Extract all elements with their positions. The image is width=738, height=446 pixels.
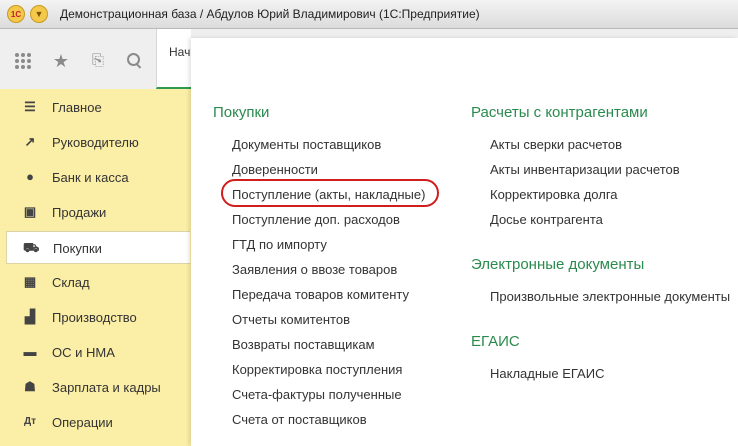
tab-home[interactable]: Нач [156,29,191,89]
tab-home-label: Нач [169,45,191,59]
link-additional-expenses[interactable]: Поступление доп. расходов [232,212,400,227]
highlight-circle [221,179,439,207]
link-debt-correction[interactable]: Корректировка долга [490,187,618,202]
cart-icon: ⛟ [23,240,40,255]
link-transfer-to-committent[interactable]: Передача товаров комитенту [232,287,409,302]
title-bar: 1С ▼ Демонстрационная база / Абдулов Юри… [0,0,738,29]
history-icon[interactable]: ⎘ [89,52,107,70]
sidebar-item-salary[interactable]: ☗ Зарплата и кадры [6,371,190,404]
sidebar-item-label: Руководителю [52,135,139,150]
operations-icon: Дт [23,416,37,427]
link-inventory-acts[interactable]: Акты инвентаризации расчетов [490,162,680,177]
section-title-settlements: Расчеты с контрагентами [471,104,648,121]
link-customs-declarations[interactable]: ГТД по импорту [232,237,327,252]
sections-sidebar: ☰ Главное ↗ Руководителю ● Банк и касса … [0,89,192,446]
link-receipt-correction[interactable]: Корректировка поступления [232,362,402,377]
ruble-coin-icon: ● [26,169,34,184]
menu-lines-icon: ☰ [24,99,36,114]
link-reconciliation-acts[interactable]: Акты сверки расчетов [490,137,622,152]
favorites-star-icon[interactable]: ★ [52,52,70,70]
section-title-purchases: Покупки [213,104,270,121]
link-supplier-documents[interactable]: Документы поставщиков [232,137,381,152]
link-powers-of-attorney[interactable]: Доверенности [232,162,318,177]
link-committent-reports[interactable]: Отчеты комитентов [232,312,350,327]
main-menu-button[interactable]: ▼ [30,5,48,23]
sidebar-item-manager[interactable]: ↗ Руководителю [6,126,190,159]
sidebar-item-label: Банк и касса [52,170,129,185]
truck-icon: ▬ [23,344,37,359]
section-title-egais: ЕГАИС [471,333,520,350]
sidebar-item-label: Продажи [52,205,107,220]
sidebar-item-warehouse[interactable]: ▦ Склад [6,266,190,299]
sidebar-item-bank[interactable]: ● Банк и касса [6,161,190,194]
link-arbitrary-edocuments[interactable]: Произвольные электронные документы [490,289,730,304]
sidebar-item-label: Операции [52,415,113,430]
link-supplier-bills[interactable]: Счета от поставщиков [232,412,367,427]
link-import-applications[interactable]: Заявления о ввозе товаров [232,262,397,277]
section-title-edocuments: Электронные документы [471,256,645,273]
sidebar-item-label: Покупки [53,241,102,256]
sidebar-item-label: Главное [52,100,102,115]
sidebar-item-fixed-assets[interactable]: ▬ ОС и НМА [6,336,190,369]
window-title: Демонстрационная база / Абдулов Юрий Вла… [60,7,480,21]
purchases-panel: Покупки Документы поставщиков Довереннос… [191,38,738,446]
trend-chart-icon: ↗ [24,134,36,149]
factory-icon: ▟ [25,309,35,324]
link-received-invoices[interactable]: Счета-фактуры полученные [232,387,402,402]
sidebar-item-operations[interactable]: Дт Операции [6,406,190,439]
apps-grid-icon[interactable] [15,53,31,69]
app-logo-icon[interactable]: 1С [7,5,25,23]
link-egais-invoices[interactable]: Накладные ЕГАИС [490,366,604,381]
sidebar-item-main[interactable]: ☰ Главное [6,91,190,124]
link-returns-to-suppliers[interactable]: Возвраты поставщикам [232,337,375,352]
sidebar-item-label: Склад [52,275,90,290]
shopping-bag-icon: ▣ [23,204,37,219]
search-icon[interactable] [126,52,144,70]
sidebar-item-production[interactable]: ▟ Производство [6,301,190,334]
link-counterparty-dossier[interactable]: Досье контрагента [490,212,603,227]
sidebar-item-label: Производство [52,310,137,325]
chevron-down-icon: ▼ [34,9,44,19]
person-icon: ☗ [24,379,36,394]
sidebar-item-label: ОС и НМА [52,345,115,360]
sidebar-item-label: Зарплата и кадры [52,380,161,395]
sidebar-item-purchases[interactable]: ⛟ Покупки [6,231,190,264]
sidebar-item-sales[interactable]: ▣ Продажи [6,196,190,229]
warehouse-grid-icon: ▦ [23,274,37,289]
